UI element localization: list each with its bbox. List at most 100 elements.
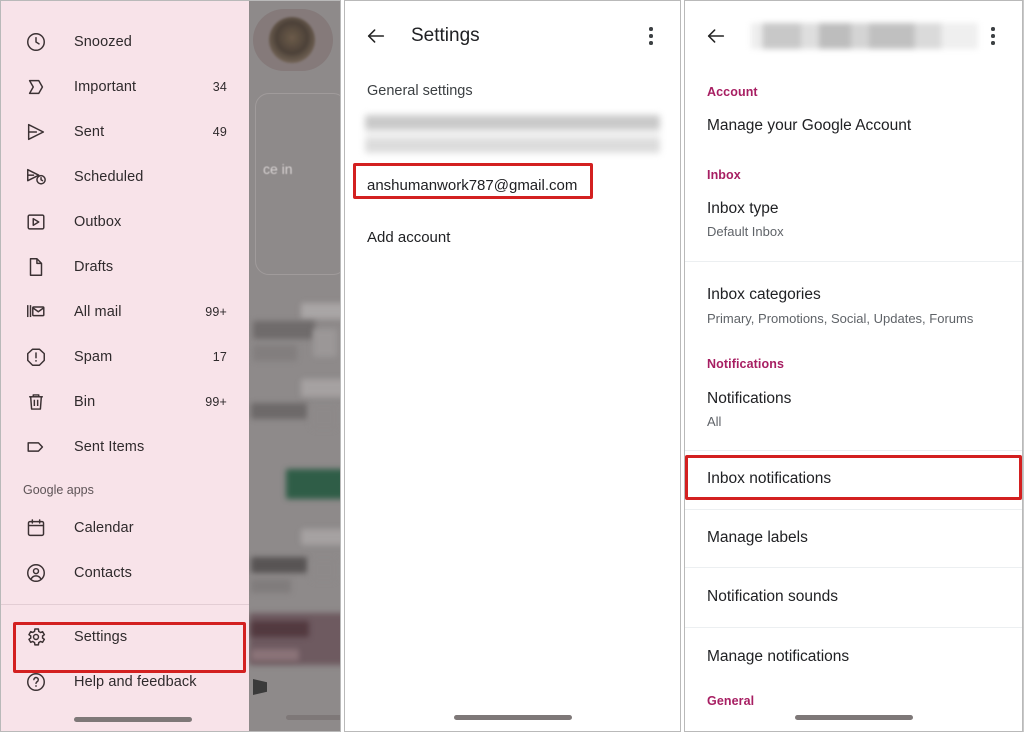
general-settings-label: General settings xyxy=(367,83,473,99)
blurred-list-block xyxy=(311,405,337,429)
background-card xyxy=(255,93,340,275)
row-subtitle: Primary, Promotions, Social, Updates, Fo… xyxy=(707,310,974,326)
sidebar-item-important[interactable]: Important 34 xyxy=(1,64,249,109)
spam-octagon-icon xyxy=(23,344,49,370)
row-divider xyxy=(685,261,1022,262)
blurred-list-block xyxy=(251,579,291,593)
sidebar-item-calendar[interactable]: Calendar xyxy=(1,505,249,550)
sidebar-item-count: 99+ xyxy=(205,394,227,409)
row-notification-sounds[interactable]: Notification sounds xyxy=(685,589,1022,605)
overflow-menu-icon[interactable] xyxy=(636,21,666,51)
row-title: Notification sounds xyxy=(707,588,838,605)
account-email-text: anshumanwork787@gmail.com xyxy=(367,177,578,194)
sidebar-item-label: Drafts xyxy=(74,258,114,275)
sidebar-item-label: All mail xyxy=(74,303,122,320)
sidebar-item-label: Spam xyxy=(74,348,113,365)
section-header-inbox: Inbox xyxy=(707,167,741,182)
navigation-drawer: Snoozed Important 34 Sent 49 Scheduled O… xyxy=(1,1,249,731)
back-arrow-icon[interactable] xyxy=(359,19,393,53)
sidebar-item-count: 49 xyxy=(212,124,227,139)
redacted-account-row[interactable] xyxy=(365,115,660,153)
row-divider xyxy=(685,508,1022,510)
sidebar-item-label: Help and feedback xyxy=(74,673,197,690)
all-mail-icon xyxy=(23,299,49,325)
sidebar-item-scheduled[interactable]: Scheduled xyxy=(1,154,249,199)
sidebar-item-spam[interactable]: Spam 17 xyxy=(1,334,249,379)
sidebar-item-help-and-feedback[interactable]: Help and feedback xyxy=(1,659,249,704)
blurred-list-block xyxy=(251,649,299,661)
sidebar-item-label: Settings xyxy=(74,628,128,645)
row-subtitle: Default Inbox xyxy=(707,224,784,239)
three-panel-screenshot: ce in Snoozed Important 34 Sent 49 Sched… xyxy=(0,0,1024,732)
sidebar-item-sent[interactable]: Sent 49 xyxy=(1,109,249,154)
sidebar-item-label: Snoozed xyxy=(74,33,132,50)
row-divider xyxy=(685,450,1022,451)
sidebar-item-outbox[interactable]: Outbox xyxy=(1,199,249,244)
row-inbox-type[interactable]: Inbox type Default Inbox xyxy=(685,199,1022,239)
sidebar-item-settings[interactable]: Settings xyxy=(1,614,249,659)
sidebar-item-all-mail[interactable]: All mail 99+ xyxy=(1,289,249,334)
gear-icon xyxy=(23,624,49,650)
row-manage-google-account[interactable]: Manage your Google Account xyxy=(685,118,1022,134)
page-title: Settings xyxy=(411,25,480,46)
blurred-list-block xyxy=(253,321,315,339)
blurred-list-block xyxy=(301,303,340,319)
account-email-row[interactable]: anshumanwork787@gmail.com xyxy=(345,177,680,194)
panel-gmail-drawer: ce in Snoozed Important 34 Sent 49 Sched… xyxy=(0,0,341,732)
row-manage-notifications[interactable]: Manage notifications xyxy=(685,647,1022,665)
row-inbox-notifications[interactable]: Inbox notifications xyxy=(685,471,1022,487)
blurred-list-block xyxy=(251,621,309,637)
row-inbox-categories[interactable]: Inbox categories Primary, Promotions, So… xyxy=(685,287,1022,325)
section-header-notifications: Notifications xyxy=(707,356,784,371)
blurred-list-block xyxy=(313,329,337,357)
contacts-icon xyxy=(23,560,49,586)
sidebar-item-label: Bin xyxy=(74,393,96,410)
outbox-icon xyxy=(23,209,49,235)
home-indicator[interactable] xyxy=(453,715,572,720)
blurred-list-block xyxy=(301,379,340,397)
back-arrow-icon[interactable] xyxy=(699,19,733,53)
panel-settings: Settings General settings anshumanwork78… xyxy=(344,0,681,732)
home-indicator[interactable] xyxy=(74,717,192,722)
row-notifications[interactable]: Notifications All xyxy=(685,389,1022,428)
row-divider xyxy=(685,567,1022,568)
sidebar-section-google-apps: Google apps xyxy=(23,483,94,497)
section-header-general: General xyxy=(707,694,755,708)
drawer-divider xyxy=(1,604,249,605)
home-indicator[interactable] xyxy=(794,715,913,720)
avatar xyxy=(269,17,315,63)
row-title: Manage your Google Account xyxy=(707,117,912,134)
sidebar-item-label: Scheduled xyxy=(74,168,144,185)
sidebar-item-snoozed[interactable]: Snoozed xyxy=(1,19,249,64)
row-title: Manage notifications xyxy=(707,647,850,665)
add-account-row[interactable]: Add account xyxy=(345,229,680,246)
overflow-menu-icon[interactable] xyxy=(978,21,1008,51)
blurred-list-block xyxy=(311,559,337,581)
add-account-label: Add account xyxy=(367,229,451,246)
blurred-list-block xyxy=(251,403,307,419)
blurred-list-block xyxy=(286,469,340,499)
sidebar-item-contacts[interactable]: Contacts xyxy=(1,550,249,595)
sidebar-item-label: Sent xyxy=(74,123,105,140)
important-marker-icon xyxy=(23,74,49,100)
row-title: Manage labels xyxy=(707,528,808,546)
sidebar-item-label: Outbox xyxy=(74,213,122,230)
sidebar-item-label: Important xyxy=(74,78,137,95)
scheduled-send-icon xyxy=(23,164,49,190)
sidebar-item-sent-items[interactable]: Sent Items xyxy=(1,424,249,469)
play-glyph-icon xyxy=(253,679,267,695)
row-title: Inbox type xyxy=(707,199,779,217)
sidebar-item-drafts[interactable]: Drafts xyxy=(1,244,249,289)
trash-icon xyxy=(23,389,49,415)
sidebar-item-bin[interactable]: Bin 99+ xyxy=(1,379,249,424)
row-title: Notifications xyxy=(707,389,792,407)
sidebar-item-count: 17 xyxy=(212,349,227,364)
help-circle-icon xyxy=(23,669,49,695)
draft-document-icon xyxy=(23,254,49,280)
redacted-page-title xyxy=(751,23,978,49)
sidebar-item-count: 34 xyxy=(212,79,227,94)
row-manage-labels[interactable]: Manage labels xyxy=(685,528,1022,546)
home-indicator xyxy=(286,715,340,720)
row-divider xyxy=(685,626,1022,628)
blurred-list-block xyxy=(253,345,297,361)
